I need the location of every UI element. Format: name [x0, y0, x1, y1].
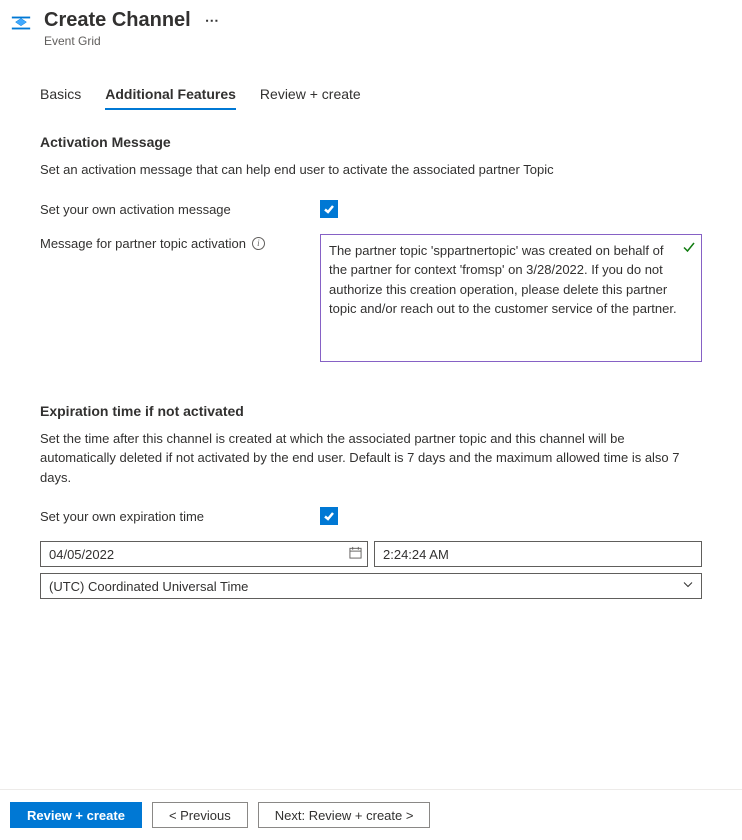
activation-section-heading: Activation Message — [40, 134, 702, 150]
validation-check-icon — [682, 240, 696, 257]
previous-button[interactable]: < Previous — [152, 802, 248, 828]
tab-additional-features[interactable]: Additional Features — [105, 86, 236, 110]
activation-message-label: Message for partner topic activation — [40, 236, 246, 251]
footer: Review + create < Previous Next: Review … — [0, 789, 742, 840]
tab-basics[interactable]: Basics — [40, 86, 81, 110]
page-title: Create Channel — [44, 8, 191, 32]
own-expiration-label: Set your own expiration time — [40, 507, 320, 524]
info-icon[interactable]: i — [252, 237, 265, 250]
event-grid-icon — [10, 12, 32, 34]
review-create-button[interactable]: Review + create — [10, 802, 142, 828]
timezone-select[interactable]: (UTC) Coordinated Universal Time — [40, 573, 702, 599]
expiration-section-desc: Set the time after this channel is creat… — [40, 429, 702, 488]
page-header: Create Channel ⋯ Event Grid — [0, 0, 742, 62]
activation-section-desc: Set an activation message that can help … — [40, 160, 702, 180]
tabs: Basics Additional Features Review + crea… — [40, 86, 702, 110]
own-activation-checkbox[interactable] — [320, 200, 338, 218]
next-button[interactable]: Next: Review + create > — [258, 802, 431, 828]
expiration-section-heading: Expiration time if not activated — [40, 403, 702, 419]
more-actions-button[interactable]: ⋯ — [205, 13, 219, 27]
expiration-date-input[interactable] — [40, 541, 368, 567]
own-expiration-checkbox[interactable] — [320, 507, 338, 525]
activation-message-textarea[interactable] — [320, 234, 702, 362]
tab-review-create[interactable]: Review + create — [260, 86, 361, 110]
own-activation-label: Set your own activation message — [40, 200, 320, 217]
expiration-time-input[interactable] — [374, 541, 702, 567]
page-subtitle: Event Grid — [44, 34, 219, 48]
